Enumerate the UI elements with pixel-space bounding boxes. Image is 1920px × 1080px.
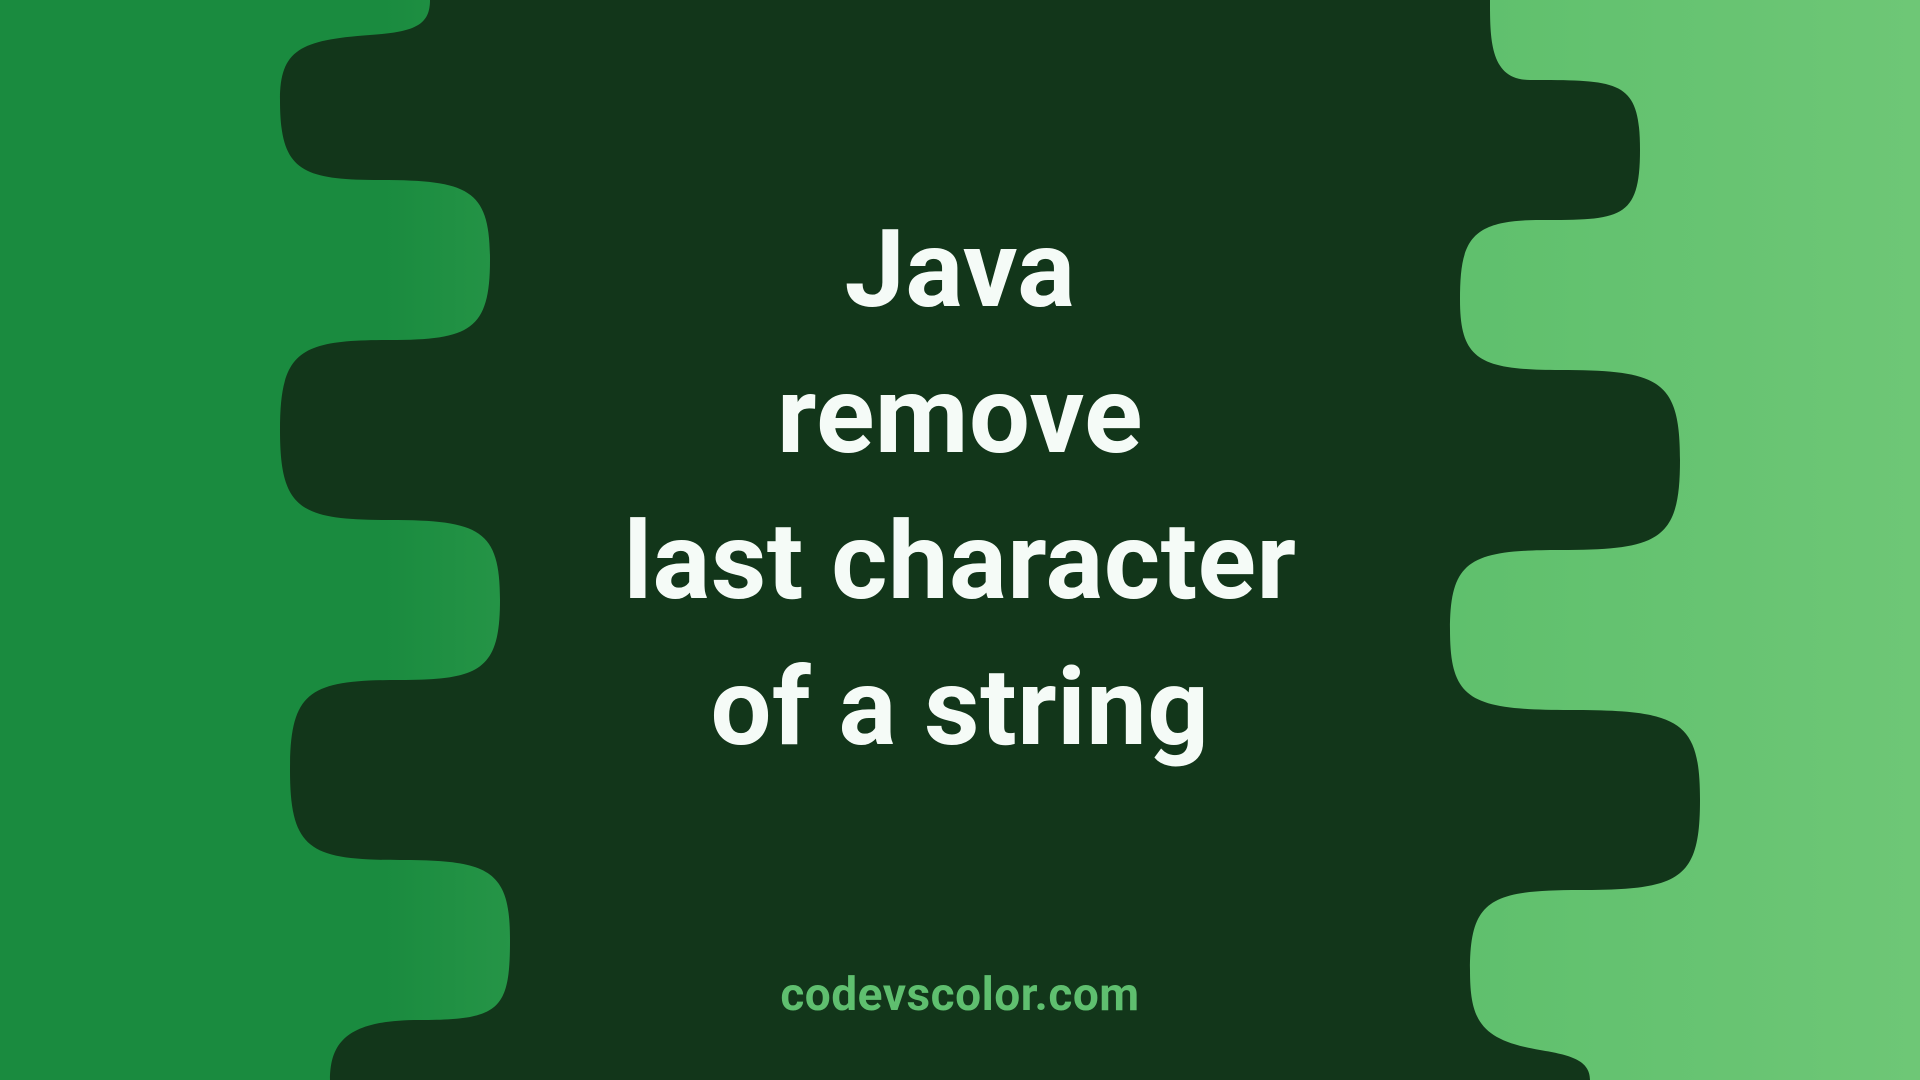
- title-line-1: Java: [844, 198, 1075, 344]
- title-line-2: remove: [777, 344, 1143, 490]
- title-line-3: last character: [623, 490, 1296, 636]
- title-line-4: of a string: [711, 636, 1210, 782]
- watermark-text: codevscolor.com: [780, 968, 1139, 1022]
- title: Java remove last character of a string: [0, 0, 1920, 1080]
- hero-banner: Java remove last character of a string c…: [0, 0, 1920, 1080]
